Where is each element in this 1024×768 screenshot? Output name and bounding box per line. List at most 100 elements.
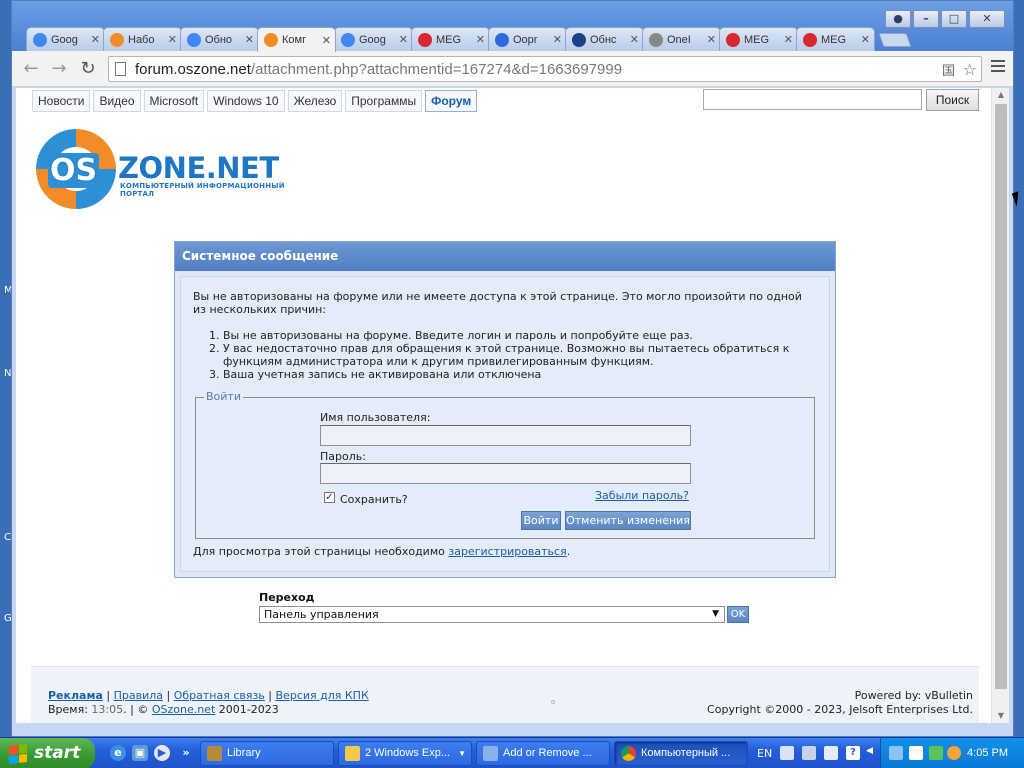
browser-tab[interactable]: MEG ✕: [719, 27, 798, 51]
quicklaunch-more-icon[interactable]: »: [178, 745, 194, 761]
footer-link[interactable]: Версия для КПК: [276, 689, 369, 702]
clock[interactable]: 4:05 PM: [967, 747, 1008, 759]
show-desktop-icon[interactable]: ▣: [132, 745, 148, 761]
tab-title: Oopr: [513, 33, 538, 46]
nav-item[interactable]: Видео: [93, 90, 141, 112]
chevron-left-icon[interactable]: ◀: [866, 746, 880, 760]
footer-link[interactable]: Обратная связь: [174, 689, 265, 702]
options-icon[interactable]: [824, 746, 838, 760]
window-controls: ● – □ ✕: [885, 10, 1005, 28]
close-icon[interactable]: ✕: [553, 33, 562, 46]
url-text[interactable]: forum.oszone.net/attachment.php?attachme…: [135, 61, 622, 78]
taskbar-item[interactable]: Компьютерный ...: [614, 741, 748, 766]
ie-icon[interactable]: e: [110, 745, 126, 761]
list-item: 3. Ваша учетная запись не активирована ил…: [209, 368, 542, 381]
nav-item[interactable]: Программы: [345, 90, 423, 112]
site-logo[interactable]: OS ZONE.NET КОМПЬЮТЕРНЫЙ ИНФОРМАЦИОННЫЙ …: [36, 129, 296, 211]
jump-ok-button[interactable]: OK: [727, 606, 749, 623]
footer-site-link[interactable]: OSzone.net: [152, 703, 215, 716]
vertical-scrollbar[interactable]: ▲ ▼: [991, 88, 1009, 723]
close-icon[interactable]: ✕: [476, 33, 485, 46]
browser-tab[interactable]: Обно ✕: [180, 27, 259, 51]
taskbar-item[interactable]: 2 Windows Exp... ▼: [338, 741, 472, 766]
scroll-thumb[interactable]: [995, 104, 1007, 689]
search-input[interactable]: [703, 89, 922, 110]
browser-tab[interactable]: Goog ✕: [334, 27, 413, 51]
close-icon[interactable]: ✕: [91, 33, 100, 46]
menu-icon[interactable]: [991, 60, 1005, 75]
browser-tab[interactable]: Goog ✕: [26, 27, 105, 51]
keyboard-icon[interactable]: [780, 746, 794, 760]
language-indicator[interactable]: EN: [757, 747, 772, 760]
translate-icon[interactable]: 国: [942, 60, 955, 79]
close-icon[interactable]: ✕: [707, 33, 716, 46]
reset-button[interactable]: Отменить изменения: [565, 511, 691, 530]
username-field[interactable]: [320, 425, 691, 446]
network-icon[interactable]: [889, 746, 903, 760]
username-label: Имя пользователя:: [320, 411, 431, 424]
password-field[interactable]: [320, 463, 691, 484]
pen-icon[interactable]: [802, 746, 816, 760]
scroll-up-icon[interactable]: ▲: [992, 88, 1010, 102]
help-icon[interactable]: ?: [846, 746, 860, 760]
register-link[interactable]: зарегистрироваться: [448, 545, 566, 558]
nav-item[interactable]: Новости: [32, 90, 91, 112]
mega-icon: [803, 32, 817, 47]
footer-link[interactable]: Реклама: [48, 689, 103, 702]
close-icon[interactable]: ✕: [630, 33, 639, 46]
media-player-icon[interactable]: ▶: [154, 745, 170, 761]
footer-link[interactable]: Правила: [114, 689, 163, 702]
close-icon[interactable]: ✕: [861, 33, 870, 46]
programs-icon: [483, 746, 498, 761]
volume-icon[interactable]: [909, 746, 923, 760]
close-icon[interactable]: ✕: [399, 33, 408, 46]
close-icon[interactable]: ✕: [784, 33, 793, 46]
user-icon[interactable]: ●: [885, 10, 911, 28]
forward-button[interactable]: →: [48, 58, 70, 80]
taskbar-item[interactable]: Add or Remove ...: [476, 741, 610, 766]
close-icon[interactable]: ✕: [322, 34, 331, 47]
search-button[interactable]: Поиск: [926, 89, 979, 111]
maximize-button[interactable]: □: [941, 10, 967, 28]
security-icon[interactable]: [929, 746, 943, 760]
forgot-password-link[interactable]: Забыли пароль?: [595, 489, 689, 502]
nav-item[interactable]: Microsoft: [143, 90, 205, 112]
browser-tab[interactable]: OneI ✕: [642, 27, 721, 51]
nav-item[interactable]: Форум: [425, 90, 478, 112]
close-icon[interactable]: ✕: [245, 33, 254, 46]
reload-button[interactable]: ↻: [77, 58, 99, 80]
site-nav: Новости Видео Microsoft Windows 10 Железо Про…: [32, 90, 478, 112]
browser-tab[interactable]: Комг ✕: [257, 27, 336, 52]
start-button[interactable]: start: [0, 738, 95, 768]
powered-by: Powered by: vBulletin: [854, 689, 973, 702]
back-button[interactable]: ←: [20, 58, 42, 80]
mega-icon: [418, 32, 432, 47]
new-tab-button[interactable]: [878, 33, 912, 47]
desktop-icon-label[interactable]: C: [4, 532, 11, 543]
bookmark-star-icon[interactable]: ☆: [963, 60, 977, 79]
remember-label[interactable]: Сохранить?: [340, 493, 408, 506]
title-bar[interactable]: ● – □ ✕ Goog ✕ Набо ✕ Обно ✕ Комг ✕ Goog ✕ MEG ✕ Oop…: [12, 1, 1013, 52]
minimize-button[interactable]: –: [913, 10, 939, 28]
browser-tab[interactable]: Oopr ✕: [488, 27, 567, 51]
address-bar[interactable]: forum.oszone.net/attachment.php?attachme…: [108, 56, 982, 82]
login-button[interactable]: Войти: [521, 511, 561, 530]
browser-tab[interactable]: Обнс ✕: [565, 27, 644, 51]
tab-title: MEG: [821, 33, 847, 46]
oszone-icon: [264, 33, 278, 47]
search-icon[interactable]: [947, 746, 961, 760]
system-message-title: Системное сообщение: [175, 242, 835, 271]
tab-title: MEG: [744, 33, 770, 46]
nav-item[interactable]: Железо: [287, 90, 343, 112]
taskbar-item[interactable]: Library: [200, 741, 334, 766]
close-button[interactable]: ✕: [969, 10, 1005, 28]
nav-item[interactable]: Windows 10: [207, 90, 285, 112]
browser-tab[interactable]: MEG ✕: [411, 27, 490, 51]
system-message-panel: Системное сообщение Вы не авторизованы н…: [174, 241, 836, 578]
remember-checkbox[interactable]: ✓: [324, 492, 335, 503]
browser-tab[interactable]: Набо ✕: [103, 27, 182, 51]
close-icon[interactable]: ✕: [168, 33, 177, 46]
browser-tab[interactable]: MEG ✕: [796, 27, 875, 51]
scroll-down-icon[interactable]: ▼: [992, 709, 1010, 723]
jump-select[interactable]: Панель управления ▼: [259, 606, 725, 623]
